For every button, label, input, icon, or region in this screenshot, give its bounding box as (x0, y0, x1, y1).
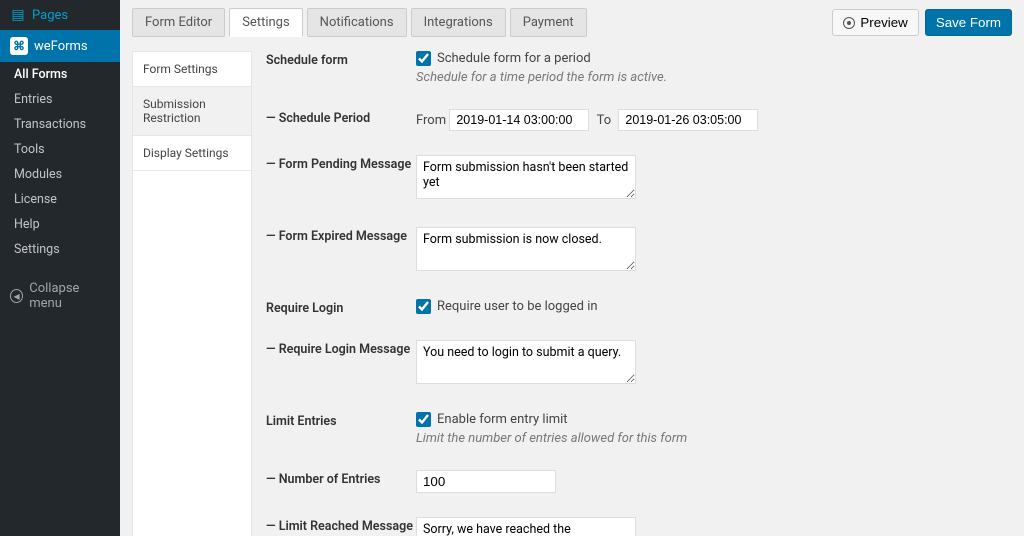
collapse-icon: ◀ (10, 289, 23, 303)
vtab-submission-restriction[interactable]: Submission Restriction (133, 87, 251, 136)
sidebar-sub-entries[interactable]: Entries (0, 87, 120, 112)
eye-icon (843, 17, 855, 29)
pages-icon: ▤ (10, 7, 26, 23)
vtab-form-settings[interactable]: Form Settings (133, 52, 251, 87)
preview-button[interactable]: Preview (832, 9, 918, 36)
sidebar-sub-license[interactable]: License (0, 187, 120, 212)
tab-payment[interactable]: Payment (510, 8, 587, 37)
weforms-icon: ⌘ (10, 37, 28, 55)
schedule-period-label: Schedule Period (266, 109, 416, 126)
sidebar-sub-help[interactable]: Help (0, 212, 120, 237)
tab-settings[interactable]: Settings (229, 8, 302, 37)
main-content: Form Editor Settings Notifications Integ… (120, 0, 1024, 536)
sidebar-sub-all-forms[interactable]: All Forms (0, 62, 120, 87)
limit-checkbox-label: Enable form entry limit (437, 412, 568, 427)
schedule-to-input[interactable] (618, 109, 758, 131)
schedule-checkbox-label: Schedule form for a period (437, 51, 591, 66)
topbar: Form Editor Settings Notifications Integ… (132, 8, 1012, 37)
sidebar-sub-settings[interactable]: Settings (0, 237, 120, 262)
sidebar-item-weforms[interactable]: ⌘ weForms (0, 30, 120, 62)
pending-msg-textarea[interactable]: Form submission hasn't been started yet (416, 155, 636, 199)
expired-msg-label: Form Expired Message (266, 227, 416, 244)
sidebar-sub-tools[interactable]: Tools (0, 137, 120, 162)
limit-reached-label: Limit Reached Message (266, 517, 416, 534)
schedule-checkbox[interactable] (416, 51, 431, 66)
save-form-button[interactable]: Save Form (925, 9, 1012, 36)
sidebar-sub-modules[interactable]: Modules (0, 162, 120, 187)
schedule-form-label: Schedule form (266, 51, 416, 68)
tab-form-editor[interactable]: Form Editor (132, 8, 225, 37)
form-area: Schedule form Schedule form for a period… (266, 51, 1012, 536)
num-entries-input[interactable] (416, 470, 556, 493)
require-login-checkbox[interactable] (416, 299, 431, 314)
login-msg-textarea[interactable]: You need to login to submit a query. (416, 340, 636, 384)
collapse-label: Collapse menu (29, 281, 110, 311)
schedule-checkbox-wrap[interactable]: Schedule form for a period (416, 51, 1002, 66)
limit-checkbox[interactable] (416, 412, 431, 427)
tab-integrations[interactable]: Integrations (411, 8, 506, 37)
login-msg-label: Require Login Message (266, 340, 416, 357)
expired-msg-textarea[interactable]: Form submission is now closed. (416, 227, 636, 271)
top-actions: Preview Save Form (832, 9, 1012, 36)
tab-notifications[interactable]: Notifications (307, 8, 407, 37)
limit-entries-label: Limit Entries (266, 412, 416, 429)
preview-label: Preview (860, 15, 907, 30)
num-entries-label: Number of Entries (266, 470, 416, 487)
collapse-menu[interactable]: ◀ Collapse menu (0, 274, 120, 318)
from-text: From (416, 113, 446, 128)
limit-checkbox-wrap[interactable]: Enable form entry limit (416, 412, 1002, 427)
limit-reached-textarea[interactable]: Sorry, we have reached the maximum numbe… (416, 517, 636, 536)
sidebar-label: weForms (34, 39, 88, 54)
sidebar-label: Pages (32, 8, 68, 23)
require-login-checkbox-wrap[interactable]: Require user to be logged in (416, 299, 1002, 314)
schedule-from-input[interactable] (449, 109, 589, 131)
sidebar-item-pages[interactable]: ▤ Pages (0, 0, 120, 30)
top-tabs: Form Editor Settings Notifications Integ… (132, 8, 587, 37)
vtab-display-settings[interactable]: Display Settings (133, 136, 251, 171)
require-login-checkbox-label: Require user to be logged in (437, 299, 598, 314)
require-login-label: Require Login (266, 299, 416, 316)
sidebar-sub-transactions[interactable]: Transactions (0, 112, 120, 137)
schedule-help: Schedule for a time period the form is a… (416, 70, 1002, 85)
settings-subtabs: Form Settings Submission Restriction Dis… (132, 51, 252, 536)
settings-body: Form Settings Submission Restriction Dis… (132, 51, 1012, 536)
wp-admin-sidebar: ▤ Pages ⌘ weForms All Forms Entries Tran… (0, 0, 120, 536)
to-text: To (597, 113, 612, 128)
limit-help: Limit the number of entries allowed for … (416, 431, 1002, 446)
pending-msg-label: Form Pending Message (266, 155, 416, 172)
